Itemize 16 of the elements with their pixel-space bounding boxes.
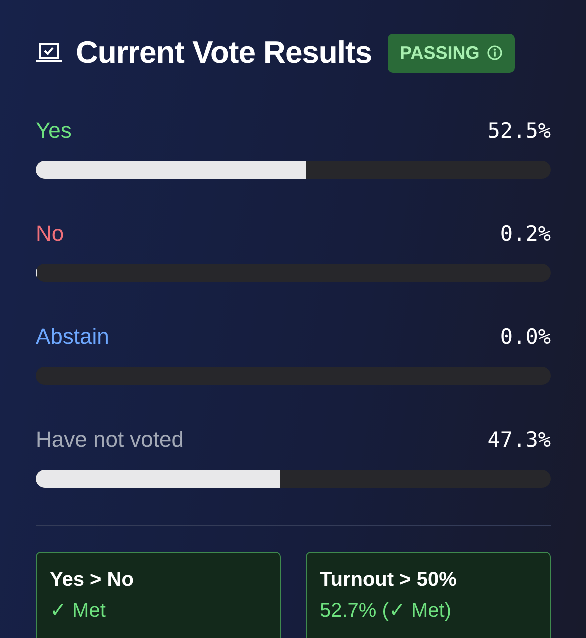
option-percentage: 52.5% [488, 119, 551, 143]
ballot-laptop-icon [36, 42, 62, 64]
criterion-result: ✓ Met [50, 599, 107, 623]
option-percentage: 47.3% [488, 428, 551, 452]
option-label: Abstain [36, 324, 110, 350]
criterion-title: Turnout > 50% [320, 569, 458, 592]
panel-title: Current Vote Results [76, 35, 372, 71]
criterion-title: Yes > No [50, 569, 135, 592]
option-percentage: 0.0% [500, 325, 551, 349]
criterion-result: 52.7% (✓ Met) [320, 599, 452, 623]
option-label: No [36, 221, 64, 247]
option-percentage: 0.2% [500, 222, 551, 246]
info-icon [486, 45, 503, 61]
option-label: Have not voted [36, 427, 184, 453]
status-text: PASSING [400, 42, 480, 64]
option-label: Yes [36, 118, 72, 144]
